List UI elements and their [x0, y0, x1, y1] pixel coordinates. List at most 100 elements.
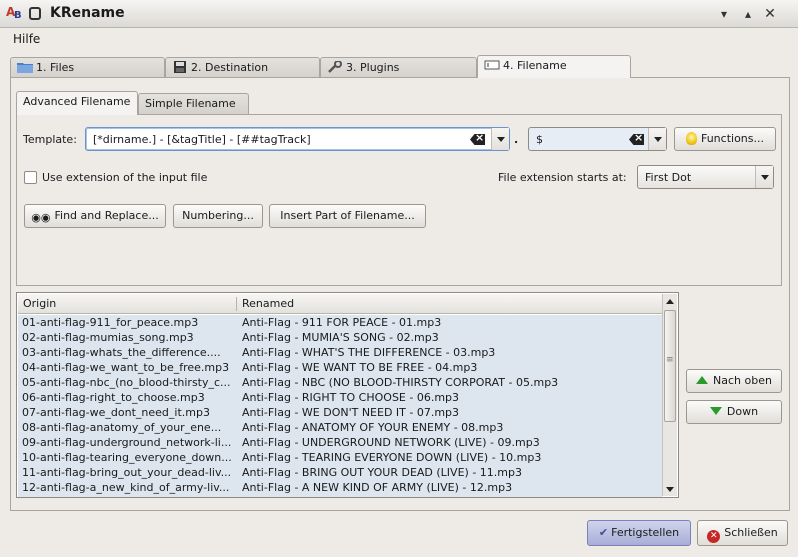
- wrench-icon: [328, 61, 342, 73]
- close-button[interactable]: ✕ Schließen: [697, 520, 788, 546]
- table-row[interactable]: 06-anti-flag-right_to_choose.mp3 Anti-Fla…: [18, 390, 662, 405]
- app-icon[interactable]: AB: [6, 5, 24, 23]
- menu-bar: Hilfe: [0, 29, 798, 51]
- clear-template-icon[interactable]: [470, 134, 485, 145]
- pin-icon[interactable]: [29, 7, 41, 20]
- tab-files[interactable]: 1. Files: [10, 57, 165, 78]
- main-tabs: 1. Files 2. Destination 3. Plugins 4. Fi…: [10, 55, 790, 78]
- tab-filename-num: 4.: [503, 59, 514, 72]
- table-row[interactable]: 11-anti-flag-bring_out_your_dead-liv... A…: [18, 465, 662, 480]
- column-separator[interactable]: [236, 297, 237, 311]
- find-replace-button[interactable]: ◉◉ Find and Replace...: [24, 204, 166, 228]
- template-input[interactable]: [*dirname.] - [&tagTitle] - [##tagTrack]: [93, 133, 311, 146]
- extension-start-select[interactable]: First Dot: [637, 165, 774, 189]
- column-origin[interactable]: Origin: [23, 297, 56, 310]
- extension-template-input[interactable]: $: [536, 133, 543, 146]
- scroll-up-icon[interactable]: [663, 294, 677, 308]
- origin-cell: 11-anti-flag-bring_out_your_dead-liv...: [22, 466, 232, 479]
- tab-destination-num: 2.: [191, 61, 202, 74]
- move-up-label: Nach oben: [713, 374, 772, 387]
- use-extension-checkbox[interactable]: [24, 171, 37, 184]
- origin-cell: 01-anti-flag-911_for_peace.mp3: [22, 316, 199, 329]
- textfield-icon: [484, 60, 500, 70]
- origin-cell: 03-anti-flag-whats_the_difference....: [22, 346, 221, 359]
- origin-cell: 10-anti-flag-tearing_everyone_down...: [22, 451, 232, 464]
- close-circle-icon: ✕: [707, 530, 721, 543]
- origin-cell: 12-anti-flag-a_new_kind_of_army-liv...: [22, 481, 230, 494]
- table-row[interactable]: 08-anti-flag-anatomy_of_your_ene... Anti-…: [18, 420, 662, 435]
- table-row[interactable]: 07-anti-flag-we_dont_need_it.mp3 Anti-Fla…: [18, 405, 662, 420]
- maximize-icon[interactable]: ▴: [740, 6, 756, 22]
- tab-destination-label: Destination: [205, 61, 269, 74]
- window-title: KRename: [50, 5, 125, 21]
- template-combo[interactable]: [*dirname.] - [&tagTitle] - [##tagTrack]: [85, 127, 510, 151]
- table-row[interactable]: 03-anti-flag-whats_the_difference.... Ant…: [18, 345, 662, 360]
- scroll-down-icon[interactable]: [663, 482, 677, 496]
- tab-advanced-filename[interactable]: Advanced Filename: [16, 91, 138, 115]
- tab-plugins-num: 3.: [346, 61, 357, 74]
- extension-template-combo[interactable]: $: [528, 127, 667, 151]
- move-down-button[interactable]: Down: [686, 400, 782, 424]
- checkmark-icon: ✔: [598, 526, 609, 539]
- list-header: Origin Renamed: [18, 294, 662, 314]
- renamed-cell: Anti-Flag - TEARING EVERYONE DOWN (LIVE)…: [242, 451, 542, 464]
- renamed-cell: Anti-Flag - WHAT'S THE DIFFERENCE - 03.m…: [242, 346, 496, 359]
- clear-extension-icon[interactable]: [629, 134, 644, 145]
- folder-icon: [17, 63, 33, 73]
- table-row[interactable]: 05-anti-flag-nbc_(no_blood-thirsty_c... A…: [18, 375, 662, 390]
- table-row[interactable]: 10-anti-flag-tearing_everyone_down... Ant…: [18, 450, 662, 465]
- tab-destination[interactable]: 2. Destination: [165, 57, 320, 78]
- move-down-label: Down: [726, 405, 759, 418]
- finish-button[interactable]: ✔ Fertigstellen: [587, 520, 691, 546]
- list-scrollbar[interactable]: [662, 294, 677, 496]
- tab-plugins[interactable]: 3. Plugins: [320, 57, 477, 78]
- lightbulb-icon: [685, 132, 697, 145]
- origin-cell: 09-anti-flag-underground_network-li...: [22, 436, 232, 449]
- origin-cell: 08-anti-flag-anatomy_of_your_ene...: [22, 421, 222, 434]
- list-rows: 01-anti-flag-911_for_peace.mp3 Anti-Flag …: [18, 315, 662, 497]
- renamed-cell: Anti-Flag - RIGHT TO CHOOSE - 06.mp3: [242, 391, 460, 404]
- origin-cell: 06-anti-flag-right_to_choose.mp3: [22, 391, 205, 404]
- close-label: Schließen: [724, 526, 778, 539]
- extension-start-value: First Dot: [645, 171, 692, 184]
- insert-part-button[interactable]: Insert Part of Filename...: [269, 204, 426, 228]
- tab-files-label: Files: [50, 61, 75, 74]
- move-up-button[interactable]: Nach oben: [686, 369, 782, 393]
- menu-help[interactable]: Hilfe: [13, 32, 40, 46]
- table-row[interactable]: 02-anti-flag-mumias_song.mp3 Anti-Flag - …: [18, 330, 662, 345]
- close-icon[interactable]: ✕: [762, 6, 778, 22]
- origin-cell: 04-anti-flag-we_want_to_be_free.mp3: [22, 361, 230, 374]
- krename-window: AB KRename ▾ ▴ ✕ Hilfe 1. Files 2. Desti…: [0, 0, 798, 557]
- extension-start-label: File extension starts at:: [498, 171, 627, 184]
- renamed-cell: Anti-Flag - BRING OUT YOUR DEAD (LIVE) -…: [242, 466, 522, 479]
- scroll-thumb[interactable]: [664, 310, 676, 422]
- functions-button[interactable]: Functions...: [674, 127, 776, 151]
- renamed-cell: Anti-Flag - 911 FOR PEACE - 01.mp3: [242, 316, 442, 329]
- numbering-button[interactable]: Numbering...: [173, 204, 263, 228]
- origin-cell: 05-anti-flag-nbc_(no_blood-thirsty_c...: [22, 376, 231, 389]
- file-list[interactable]: Origin Renamed 01-anti-flag-911_for_peac…: [16, 292, 679, 498]
- renamed-cell: Anti-Flag - NBC (NO BLOOD-THIRSTY CORPOR…: [242, 376, 559, 389]
- functions-label: Functions...: [700, 132, 764, 145]
- extension-start-dropdown[interactable]: [755, 166, 773, 188]
- use-extension-label[interactable]: Use extension of the input file: [42, 171, 207, 184]
- table-row[interactable]: 04-anti-flag-we_want_to_be_free.mp3 Anti-…: [18, 360, 662, 375]
- table-row[interactable]: 09-anti-flag-underground_network-li... An…: [18, 435, 662, 450]
- find-replace-label: Find and Replace...: [54, 209, 159, 222]
- column-renamed[interactable]: Renamed: [242, 297, 294, 310]
- tab-filename[interactable]: 4. Filename: [477, 55, 631, 78]
- binoculars-icon: ◉◉: [31, 211, 51, 224]
- renamed-cell: Anti-Flag - MUMIA'S SONG - 02.mp3: [242, 331, 439, 344]
- table-row[interactable]: 01-anti-flag-911_for_peace.mp3 Anti-Flag …: [18, 315, 662, 330]
- title-bar: AB KRename ▾ ▴ ✕: [0, 0, 798, 28]
- extension-dropdown-button[interactable]: [648, 128, 666, 150]
- renamed-cell: Anti-Flag - WE DON'T NEED IT - 07.mp3: [242, 406, 460, 419]
- renamed-cell: Anti-Flag - ANATOMY OF YOUR ENEMY - 08.m…: [242, 421, 504, 434]
- table-row[interactable]: 12-anti-flag-a_new_kind_of_army-liv... An…: [18, 480, 662, 495]
- template-dropdown-button[interactable]: [491, 128, 509, 150]
- tab-simple-filename[interactable]: Simple Filename: [138, 93, 249, 114]
- arrow-up-icon: [696, 376, 709, 384]
- minimize-icon[interactable]: ▾: [716, 6, 732, 22]
- tab-filename-label: Filename: [517, 59, 567, 72]
- renamed-cell: Anti-Flag - WE WANT TO BE FREE - 04.mp3: [242, 361, 478, 374]
